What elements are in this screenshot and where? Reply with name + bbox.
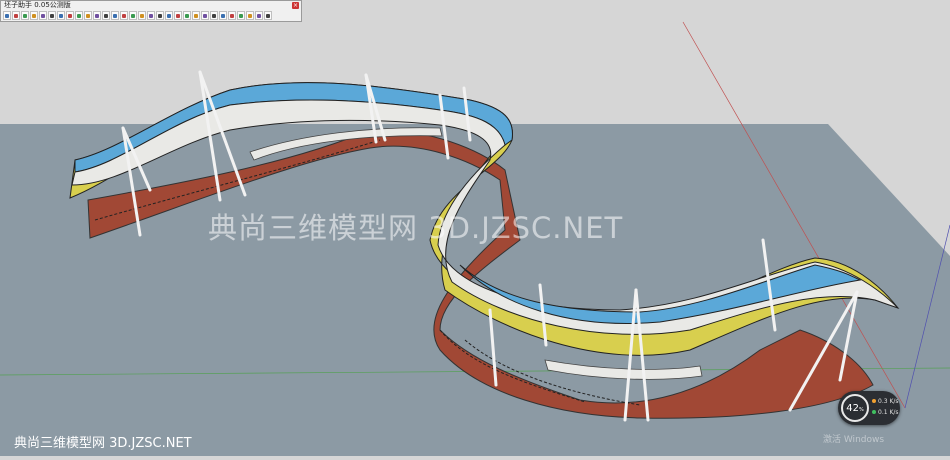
download-rate: 0.1 K/s	[872, 409, 899, 416]
scale-tool-icon[interactable]	[138, 11, 146, 20]
section-tool-icon[interactable]	[210, 11, 218, 20]
watermark-center: 典尚三维模型网 3D.JZSC.NET	[208, 211, 624, 245]
arrow-tool-icon[interactable]	[66, 11, 74, 20]
plugin-tool-row	[3, 11, 272, 21]
plugin-tool-icon[interactable]	[255, 11, 263, 20]
layer-tool-icon[interactable]	[174, 11, 182, 20]
walk-tool-icon[interactable]	[201, 11, 209, 20]
zoom-tool-icon[interactable]	[39, 11, 47, 20]
rectangle-tool-icon[interactable]	[111, 11, 119, 20]
edit-tool-icon[interactable]	[102, 11, 110, 20]
upload-unit: K/s	[889, 398, 899, 405]
plugin-toolbar: 坯子助手 0.05公测版 ×	[0, 0, 302, 22]
upload-value: 0.3	[878, 398, 888, 405]
download-unit: K/s	[889, 409, 899, 416]
curve-tool-icon[interactable]	[147, 11, 155, 20]
select-tool-icon[interactable]	[3, 11, 11, 20]
cpu-percent-unit: %	[858, 406, 864, 413]
grid-tool-icon[interactable]	[48, 11, 56, 20]
explode-tool-icon[interactable]	[246, 11, 254, 20]
shadow-tool-icon[interactable]	[183, 11, 191, 20]
performance-widget[interactable]: 42% 0.3 K/s 0.1 K/s	[838, 391, 900, 425]
axes-tool-icon[interactable]	[228, 11, 236, 20]
group-tool-icon[interactable]	[237, 11, 245, 20]
orbit-tool-icon[interactable]	[21, 11, 29, 20]
upload-dot-icon	[872, 399, 876, 403]
pan-tool-icon[interactable]	[30, 11, 38, 20]
cpu-percent: 42	[846, 402, 859, 414]
flip-tool-icon[interactable]	[129, 11, 137, 20]
activate-windows-text: 激活 Windows	[823, 435, 885, 445]
tape-tool-icon[interactable]	[57, 11, 65, 20]
dimension-tool-icon[interactable]	[219, 11, 227, 20]
rotate-tool-icon[interactable]	[12, 11, 20, 20]
watermark-bottom: 典尚三维模型网 3D.JZSC.NET	[14, 436, 192, 451]
pencil-tool-icon[interactable]	[93, 11, 101, 20]
text-tool-icon[interactable]	[156, 11, 164, 20]
close-icon[interactable]: ×	[292, 2, 299, 9]
component-tool-icon[interactable]	[120, 11, 128, 20]
download-dot-icon	[872, 410, 876, 414]
cpu-gauge: 42%	[841, 394, 869, 422]
palette-tool-icon[interactable]	[264, 11, 272, 20]
scissors-tool-icon[interactable]	[84, 11, 92, 20]
upload-rate: 0.3 K/s	[872, 398, 899, 405]
download-value: 0.1	[878, 409, 888, 416]
line-tool-icon[interactable]	[75, 11, 83, 20]
paint-tool-icon[interactable]	[165, 11, 173, 20]
plugin-title: 坯子助手 0.05公测版	[4, 1, 71, 9]
model-viewport[interactable]: 典尚三维模型网 3D.JZSC.NET 典尚三维模型网 3D.JZSC.NET …	[0, 0, 950, 456]
camera-tool-icon[interactable]	[192, 11, 200, 20]
